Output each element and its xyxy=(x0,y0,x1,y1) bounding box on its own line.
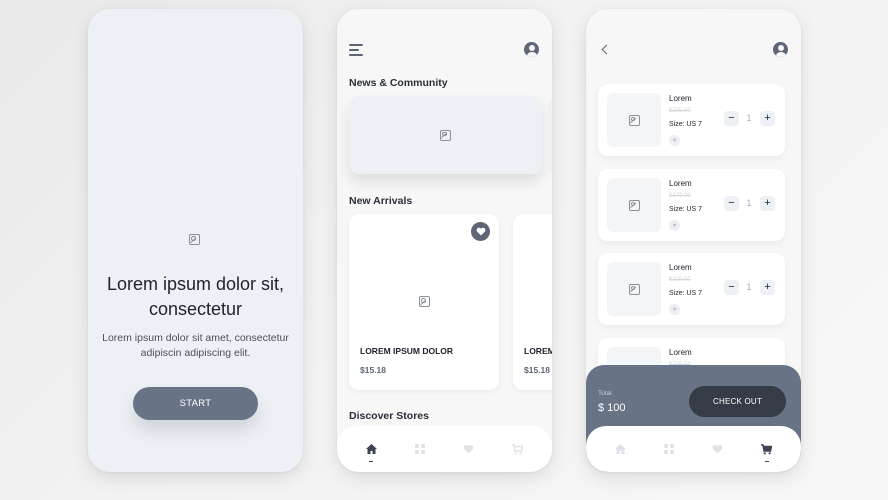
image-placeholder-icon xyxy=(419,296,430,307)
cart-item-name: Lorem xyxy=(669,263,692,272)
image-placeholder-icon xyxy=(628,114,640,126)
quantity-value: 1 xyxy=(746,198,752,208)
cart-item-size: Size: US 7 xyxy=(669,206,703,213)
home-icon xyxy=(614,444,626,454)
quantity-decrease-button[interactable]: − xyxy=(724,280,739,295)
cart-item-size: Size: US 7 xyxy=(669,290,703,297)
home-icon xyxy=(365,444,377,454)
quantity-increase-button[interactable]: + xyxy=(760,280,775,295)
quantity-increase-button[interactable]: + xyxy=(760,111,775,126)
cart-icon xyxy=(512,443,524,454)
checkout-button[interactable]: CHECK OUT xyxy=(689,386,786,417)
onboarding-subtitle: Lorem ipsum dolor sit amet, consectetur … xyxy=(102,332,289,359)
onboarding-screen: Lorem ipsum dolor sit, consectetur Lorem… xyxy=(88,9,303,472)
start-button[interactable]: START xyxy=(133,387,258,420)
nav-cart[interactable] xyxy=(506,434,530,464)
nav-home[interactable] xyxy=(608,434,632,464)
cart-item: Lorem $220.00 Size: US 7 ♥ − 1 + xyxy=(598,253,785,325)
nav-categories[interactable] xyxy=(657,434,681,464)
bottom-nav xyxy=(586,426,801,472)
cart-item: Lorem $225.00 Size: US 7 ♥ − 1 + xyxy=(598,84,785,156)
total-label: Total xyxy=(598,390,612,397)
news-card-next[interactable] xyxy=(548,96,552,174)
heart-icon[interactable]: ♥ xyxy=(669,220,680,231)
cart-item-old-price: $220.00 xyxy=(669,277,691,283)
total-value: $ 100 xyxy=(598,402,626,414)
quantity-value: 1 xyxy=(746,113,752,123)
heart-icon xyxy=(713,444,723,454)
nav-favorites[interactable] xyxy=(706,434,730,464)
cart-item-old-price: $225.00 xyxy=(669,108,691,114)
home-screen: News & Community New Arrivals LOREM IPSU… xyxy=(337,9,552,472)
product-price: $15.18 xyxy=(360,365,386,375)
cart-item: Lorem $170.00 Size: US 7 ♥ − 1 + xyxy=(598,169,785,241)
cart-item-image xyxy=(607,178,661,232)
cart-item-name: Lorem xyxy=(669,348,692,357)
cart-item-name: Lorem xyxy=(669,179,692,188)
heart-icon[interactable]: ♥ xyxy=(669,304,680,315)
grid-icon xyxy=(415,444,426,454)
quantity-decrease-button[interactable]: − xyxy=(724,111,739,126)
bottom-nav xyxy=(337,426,552,472)
nav-home[interactable] xyxy=(359,434,383,464)
user-circle-icon[interactable] xyxy=(773,42,788,57)
cart-item-size: Size: US 7 xyxy=(669,121,703,128)
product-card[interactable]: LOREM IPSUM DOLOR $15.18 xyxy=(513,214,552,390)
hamburger-menu-icon[interactable] xyxy=(349,44,363,56)
quantity-decrease-button[interactable]: − xyxy=(724,196,739,211)
nav-categories[interactable] xyxy=(408,434,432,464)
quantity-increase-button[interactable]: + xyxy=(760,196,775,211)
new-arrivals-title: New Arrivals xyxy=(349,195,413,207)
cart-item-name: Lorem xyxy=(669,94,692,103)
product-name: LOREM IPSUM DOLOR xyxy=(360,346,454,356)
cart-item-old-price: $170.00 xyxy=(669,193,691,199)
discover-stores-title: Discover Stores xyxy=(349,410,429,422)
cart-item-image xyxy=(607,262,661,316)
heart-icon xyxy=(464,444,474,454)
quantity-value: 1 xyxy=(746,282,752,292)
product-name: LOREM IPSUM DOLOR xyxy=(524,346,552,356)
image-placeholder-icon xyxy=(628,283,640,295)
image-placeholder-icon xyxy=(628,199,640,211)
user-circle-icon[interactable] xyxy=(524,42,539,57)
grid-icon xyxy=(664,444,675,454)
chevron-left-icon[interactable] xyxy=(601,44,612,55)
image-placeholder-icon xyxy=(189,234,200,245)
nav-cart[interactable] xyxy=(755,434,779,464)
product-card[interactable]: LOREM IPSUM DOLOR $15.18 xyxy=(349,214,499,390)
favorite-button[interactable] xyxy=(471,222,490,241)
image-placeholder-icon xyxy=(440,129,451,141)
news-section-title: News & Community xyxy=(349,77,448,89)
product-price: $15.18 xyxy=(524,365,550,375)
heart-icon[interactable]: ♥ xyxy=(669,135,680,146)
heart-icon xyxy=(476,227,485,236)
cart-screen: Lorem $225.00 Size: US 7 ♥ − 1 + Lorem $… xyxy=(586,9,801,472)
news-card[interactable] xyxy=(349,96,542,174)
nav-favorites[interactable] xyxy=(457,434,481,464)
cart-icon xyxy=(761,443,773,454)
onboarding-title: Lorem ipsum dolor sit, consectetur xyxy=(106,274,285,319)
cart-item-image xyxy=(607,93,661,147)
